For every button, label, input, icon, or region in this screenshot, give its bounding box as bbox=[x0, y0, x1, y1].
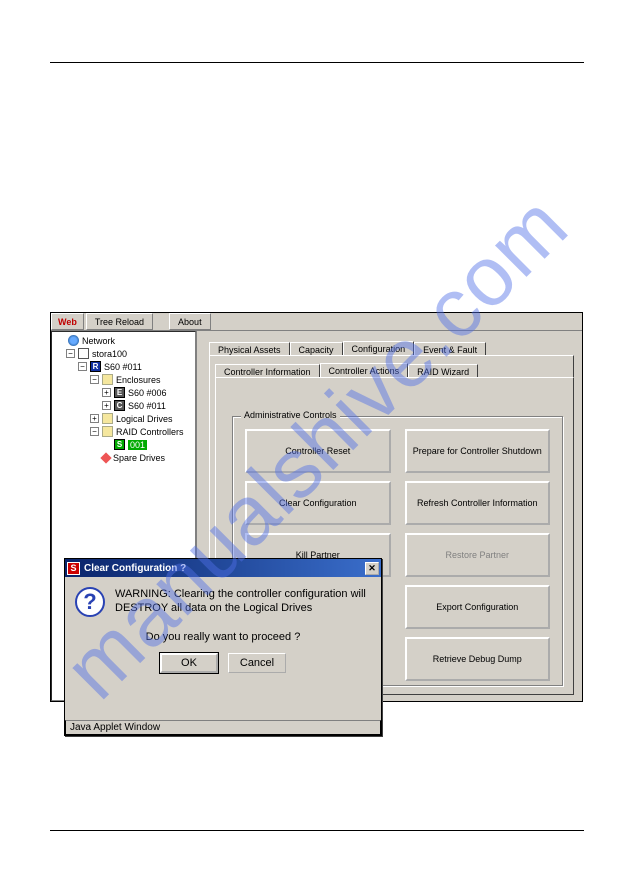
server-icon bbox=[78, 348, 89, 359]
restore-partner-button: Restore Partner bbox=[405, 533, 551, 577]
tree-node-raid-001[interactable]: S 001 bbox=[54, 438, 195, 451]
tree-node-host[interactable]: − stora100 bbox=[54, 347, 195, 360]
web-button[interactable]: Web bbox=[51, 313, 84, 330]
refresh-controller-info-button[interactable]: Refresh Controller Information bbox=[405, 481, 551, 525]
dialog-app-icon: S bbox=[67, 562, 80, 575]
controller-reset-button[interactable]: Controller Reset bbox=[245, 429, 391, 473]
retrieve-debug-dump-button[interactable]: Retrieve Debug Dump bbox=[405, 637, 551, 681]
dialog-status-bar: Java Applet Window bbox=[65, 720, 381, 735]
main-toolbar: Web Tree Reload About bbox=[51, 313, 582, 331]
ok-button[interactable]: OK bbox=[160, 653, 218, 673]
folder-icon bbox=[102, 374, 113, 385]
tree-node-raid-controllers[interactable]: − RAID Controllers bbox=[54, 425, 195, 438]
prepare-shutdown-button[interactable]: Prepare for Controller Shutdown bbox=[405, 429, 551, 473]
tree-node-logical-drives[interactable]: + Logical Drives bbox=[54, 412, 195, 425]
page-rule-bottom bbox=[50, 830, 584, 831]
tree-node-network[interactable]: Network bbox=[54, 334, 195, 347]
export-configuration-button[interactable]: Export Configuration bbox=[405, 585, 551, 629]
folder-icon bbox=[102, 426, 113, 437]
tree-node-controller[interactable]: − R S60 #011 bbox=[54, 360, 195, 373]
globe-icon bbox=[68, 335, 79, 346]
tree-node-spare-drives[interactable]: Spare Drives bbox=[54, 451, 195, 464]
group-label: Administrative Controls bbox=[241, 410, 340, 420]
clear-configuration-dialog: S Clear Configuration ? ✕ ? WARNING: Cle… bbox=[64, 558, 382, 736]
dialog-title: Clear Configuration ? bbox=[84, 563, 186, 574]
spare-icon bbox=[100, 452, 111, 463]
about-button[interactable]: About bbox=[169, 313, 211, 330]
tree-reload-button[interactable]: Tree Reload bbox=[86, 313, 153, 330]
enclosure-icon: E bbox=[114, 387, 125, 398]
dialog-prompt: Do you really want to proceed ? bbox=[75, 631, 371, 643]
dialog-titlebar: S Clear Configuration ? ✕ bbox=[65, 559, 381, 577]
page-rule-top bbox=[50, 62, 584, 63]
tree-node-enc2[interactable]: + C S60 #011 bbox=[54, 399, 195, 412]
question-icon: ? bbox=[75, 587, 105, 617]
folder-icon bbox=[102, 413, 113, 424]
close-icon[interactable]: ✕ bbox=[365, 562, 379, 575]
enclosure-icon: C bbox=[114, 400, 125, 411]
controller-icon: R bbox=[90, 361, 101, 372]
tree-node-enc1[interactable]: + E S60 #006 bbox=[54, 386, 195, 399]
clear-configuration-button[interactable]: Clear Configuration bbox=[245, 481, 391, 525]
cancel-button[interactable]: Cancel bbox=[228, 653, 286, 673]
dialog-warning-text: WARNING: Clearing the controller configu… bbox=[115, 587, 366, 615]
tree-node-enclosures[interactable]: − Enclosures bbox=[54, 373, 195, 386]
raid-icon: S bbox=[114, 439, 125, 450]
